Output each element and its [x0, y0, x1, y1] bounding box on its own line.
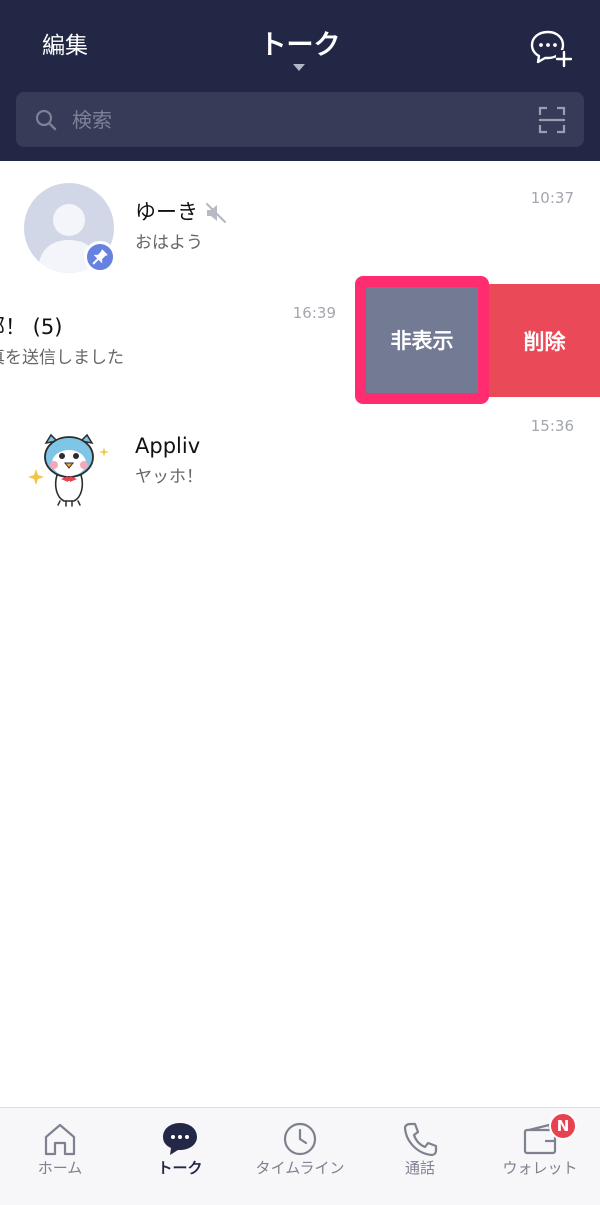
chat-time: 16:39	[292, 304, 336, 322]
tab-label: タイムライン	[255, 1159, 345, 1177]
search-input[interactable]	[72, 100, 512, 140]
pin-icon	[92, 249, 108, 265]
app-header: 編集 トーク	[0, 0, 600, 161]
tab-home[interactable]: ホーム	[0, 1108, 120, 1205]
tab-bar: ホーム トーク タイムライン 通話 N ウォレット	[0, 1107, 600, 1205]
mascot-avatar-image	[28, 433, 109, 507]
tab-timeline[interactable]: タイムライン	[240, 1108, 360, 1205]
chat-name: ゆーき	[135, 200, 198, 224]
home-icon	[44, 1123, 76, 1156]
tab-wallet[interactable]: N ウォレット	[480, 1108, 600, 1205]
chevron-down-icon[interactable]	[293, 64, 305, 71]
chat-name: Appliv	[135, 434, 201, 458]
chat-name: 部！ (5)	[0, 315, 63, 339]
clock-icon	[283, 1122, 317, 1156]
phone-icon	[403, 1122, 438, 1157]
delete-button[interactable]: 削除	[489, 284, 600, 397]
notification-badge: N	[549, 1112, 577, 1140]
search-bar[interactable]	[16, 92, 584, 147]
search-icon	[35, 109, 57, 131]
chat-row[interactable]: ゆーき おはよう 10:37	[0, 161, 600, 278]
chat-time: 15:36	[530, 417, 574, 435]
chat-preview: おはよう	[135, 233, 203, 253]
avatar	[24, 417, 114, 507]
chat-bubble-icon	[163, 1123, 197, 1155]
chat-time: 10:37	[530, 189, 574, 207]
hide-button[interactable]: 非表示	[366, 287, 478, 393]
tab-label: 通話	[404, 1159, 435, 1177]
mute-icon	[205, 202, 227, 224]
chat-row[interactable]: Appliv ヤッホ！ 15:36	[0, 395, 600, 512]
page-title[interactable]: トーク	[0, 28, 600, 64]
new-chat-button[interactable]	[528, 28, 573, 68]
hide-action-highlight: 非表示	[355, 276, 489, 404]
tab-label: ホーム	[37, 1159, 83, 1177]
qr-scan-icon[interactable]	[538, 106, 566, 134]
tab-talk[interactable]: トーク	[120, 1108, 240, 1205]
tab-label: トーク	[157, 1159, 203, 1177]
tab-calls[interactable]: 通話	[360, 1108, 480, 1205]
pin-badge	[84, 241, 116, 273]
new-chat-icon	[530, 30, 573, 68]
chat-preview: 真を送信しました	[0, 348, 124, 368]
tab-label: ウォレット	[502, 1159, 578, 1177]
chat-preview: ヤッホ！	[135, 467, 203, 487]
